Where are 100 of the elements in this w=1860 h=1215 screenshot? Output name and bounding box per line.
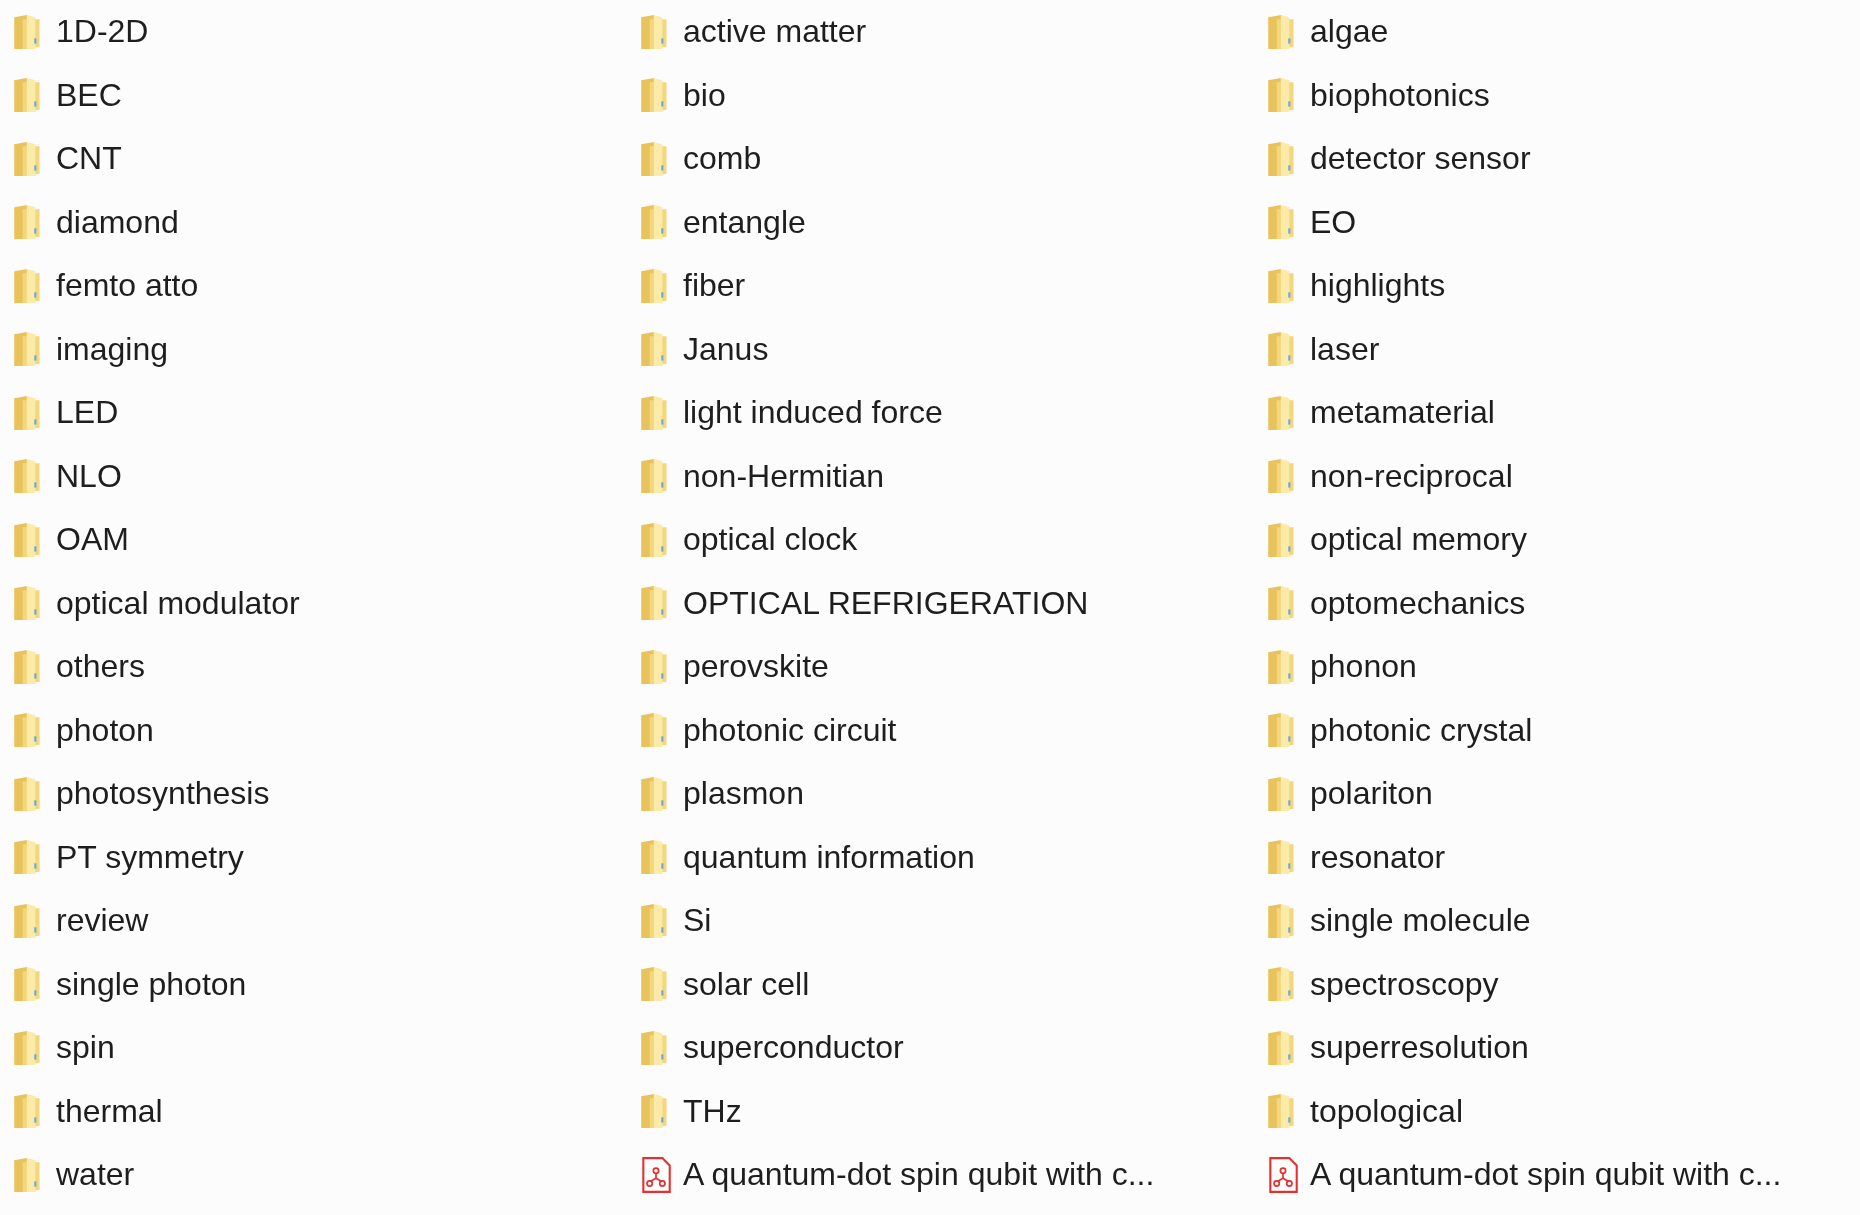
file-name: CNT <box>56 140 122 178</box>
file-name: optical clock <box>683 521 858 559</box>
file-item[interactable]: optical clock <box>627 508 1254 572</box>
file-item[interactable]: LED <box>0 381 627 445</box>
file-item[interactable]: light induced force <box>627 381 1254 445</box>
file-item[interactable]: polariton <box>1254 762 1860 826</box>
file-item[interactable]: superresolution <box>1254 1016 1860 1080</box>
file-item[interactable]: optical modulator <box>0 571 627 635</box>
file-item[interactable]: biophotonics <box>1254 63 1860 127</box>
file-item[interactable]: phonon <box>1254 635 1860 699</box>
file-name: entangle <box>683 203 806 241</box>
file-item[interactable]: resonator <box>1254 825 1860 889</box>
file-item[interactable]: plasmon <box>627 762 1254 826</box>
file-name: optical modulator <box>56 584 300 622</box>
file-name: photon <box>56 711 154 749</box>
file-name: algae <box>1310 13 1389 51</box>
file-item[interactable]: EO <box>1254 190 1860 254</box>
file-name: A quantum-dot spin qubit with c... <box>1310 1156 1782 1194</box>
file-item[interactable]: OPTICAL REFRIGERATION <box>627 571 1254 635</box>
file-name: topological <box>1310 1092 1463 1130</box>
file-item[interactable]: fiber <box>627 254 1254 318</box>
file-name: EO <box>1310 203 1357 241</box>
file-name: photonic crystal <box>1310 711 1533 749</box>
file-item[interactable]: diamond <box>0 190 627 254</box>
file-name: bio <box>683 76 726 114</box>
file-item[interactable]: photon <box>0 698 627 762</box>
file-item[interactable]: spectroscopy <box>1254 952 1860 1016</box>
file-item[interactable]: non-reciprocal <box>1254 444 1860 508</box>
file-item[interactable]: entangle <box>627 190 1254 254</box>
file-name: OAM <box>56 521 129 559</box>
file-name: superconductor <box>683 1029 904 1067</box>
file-item[interactable]: algae <box>1254 0 1860 64</box>
file-name: photosynthesis <box>56 775 270 813</box>
file-item[interactable]: bio <box>627 63 1254 127</box>
file-item[interactable]: topological <box>1254 1079 1860 1143</box>
file-name: Janus <box>683 330 769 368</box>
file-name: spectroscopy <box>1310 965 1499 1003</box>
file-item[interactable]: A quantum-dot spin qubit with c... <box>627 1143 1254 1207</box>
file-name: biophotonics <box>1310 76 1490 114</box>
file-item[interactable]: Janus <box>627 317 1254 381</box>
file-name: optomechanics <box>1310 584 1526 622</box>
file-name: femto atto <box>56 267 199 305</box>
file-name: thermal <box>56 1092 163 1130</box>
file-name: non-Hermitian <box>683 457 884 495</box>
file-name: review <box>56 902 149 940</box>
file-item[interactable]: laser <box>1254 317 1860 381</box>
file-item[interactable]: NLO <box>0 444 627 508</box>
file-item[interactable]: optical memory <box>1254 508 1860 572</box>
file-item[interactable]: water <box>0 1143 627 1207</box>
file-item[interactable]: photonic crystal <box>1254 698 1860 762</box>
file-name: perovskite <box>683 648 829 686</box>
file-name: non-reciprocal <box>1310 457 1513 495</box>
file-item[interactable]: perovskite <box>627 635 1254 699</box>
file-name: THz <box>683 1092 742 1130</box>
file-name: polariton <box>1310 775 1433 813</box>
file-item[interactable]: photosynthesis <box>0 762 627 826</box>
file-item[interactable]: single molecule <box>1254 889 1860 953</box>
file-name: superresolution <box>1310 1029 1529 1067</box>
file-item[interactable]: review <box>0 889 627 953</box>
file-item[interactable]: quantum information <box>627 825 1254 889</box>
file-item[interactable]: detector sensor <box>1254 127 1860 191</box>
file-item[interactable]: metamaterial <box>1254 381 1860 445</box>
file-item[interactable]: imaging <box>0 317 627 381</box>
file-item[interactable]: active matter <box>627 0 1254 64</box>
file-item[interactable]: thermal <box>0 1079 627 1143</box>
file-name: 1D-2D <box>56 13 149 51</box>
file-item[interactable]: 1D-2D <box>0 0 627 64</box>
file-name: laser <box>1310 330 1380 368</box>
file-name: BEC <box>56 76 122 114</box>
file-name: NLO <box>56 457 122 495</box>
file-item[interactable]: non-Hermitian <box>627 444 1254 508</box>
file-name: comb <box>683 140 762 178</box>
file-name: Si <box>683 902 712 940</box>
file-item[interactable]: solar cell <box>627 952 1254 1016</box>
file-name: metamaterial <box>1310 394 1495 432</box>
file-item[interactable]: highlights <box>1254 254 1860 318</box>
file-item[interactable]: comb <box>627 127 1254 191</box>
file-name: photonic circuit <box>683 711 897 749</box>
file-item[interactable]: femto atto <box>0 254 627 318</box>
file-item[interactable]: single photon <box>0 952 627 1016</box>
file-item[interactable]: CNT <box>0 127 627 191</box>
file-item[interactable]: optomechanics <box>1254 571 1860 635</box>
file-name: single photon <box>56 965 247 1003</box>
file-name: PT symmetry <box>56 838 244 876</box>
file-name: active matter <box>683 13 867 51</box>
file-item[interactable]: OAM <box>0 508 627 572</box>
file-item[interactable]: superconductor <box>627 1016 1254 1080</box>
file-name: single molecule <box>1310 902 1531 940</box>
file-name: resonator <box>1310 838 1446 876</box>
file-item[interactable]: spin <box>0 1016 627 1080</box>
file-item[interactable]: BEC <box>0 63 627 127</box>
file-item[interactable]: A quantum-dot spin qubit with c... <box>1254 1143 1860 1207</box>
file-item[interactable]: others <box>0 635 627 699</box>
file-name: highlights <box>1310 267 1446 305</box>
file-item[interactable]: Si <box>627 889 1254 953</box>
file-item[interactable]: THz <box>627 1079 1254 1143</box>
file-name: fiber <box>683 267 746 305</box>
file-item[interactable]: PT symmetry <box>0 825 627 889</box>
file-name: detector sensor <box>1310 140 1531 178</box>
file-item[interactable]: photonic circuit <box>627 698 1254 762</box>
